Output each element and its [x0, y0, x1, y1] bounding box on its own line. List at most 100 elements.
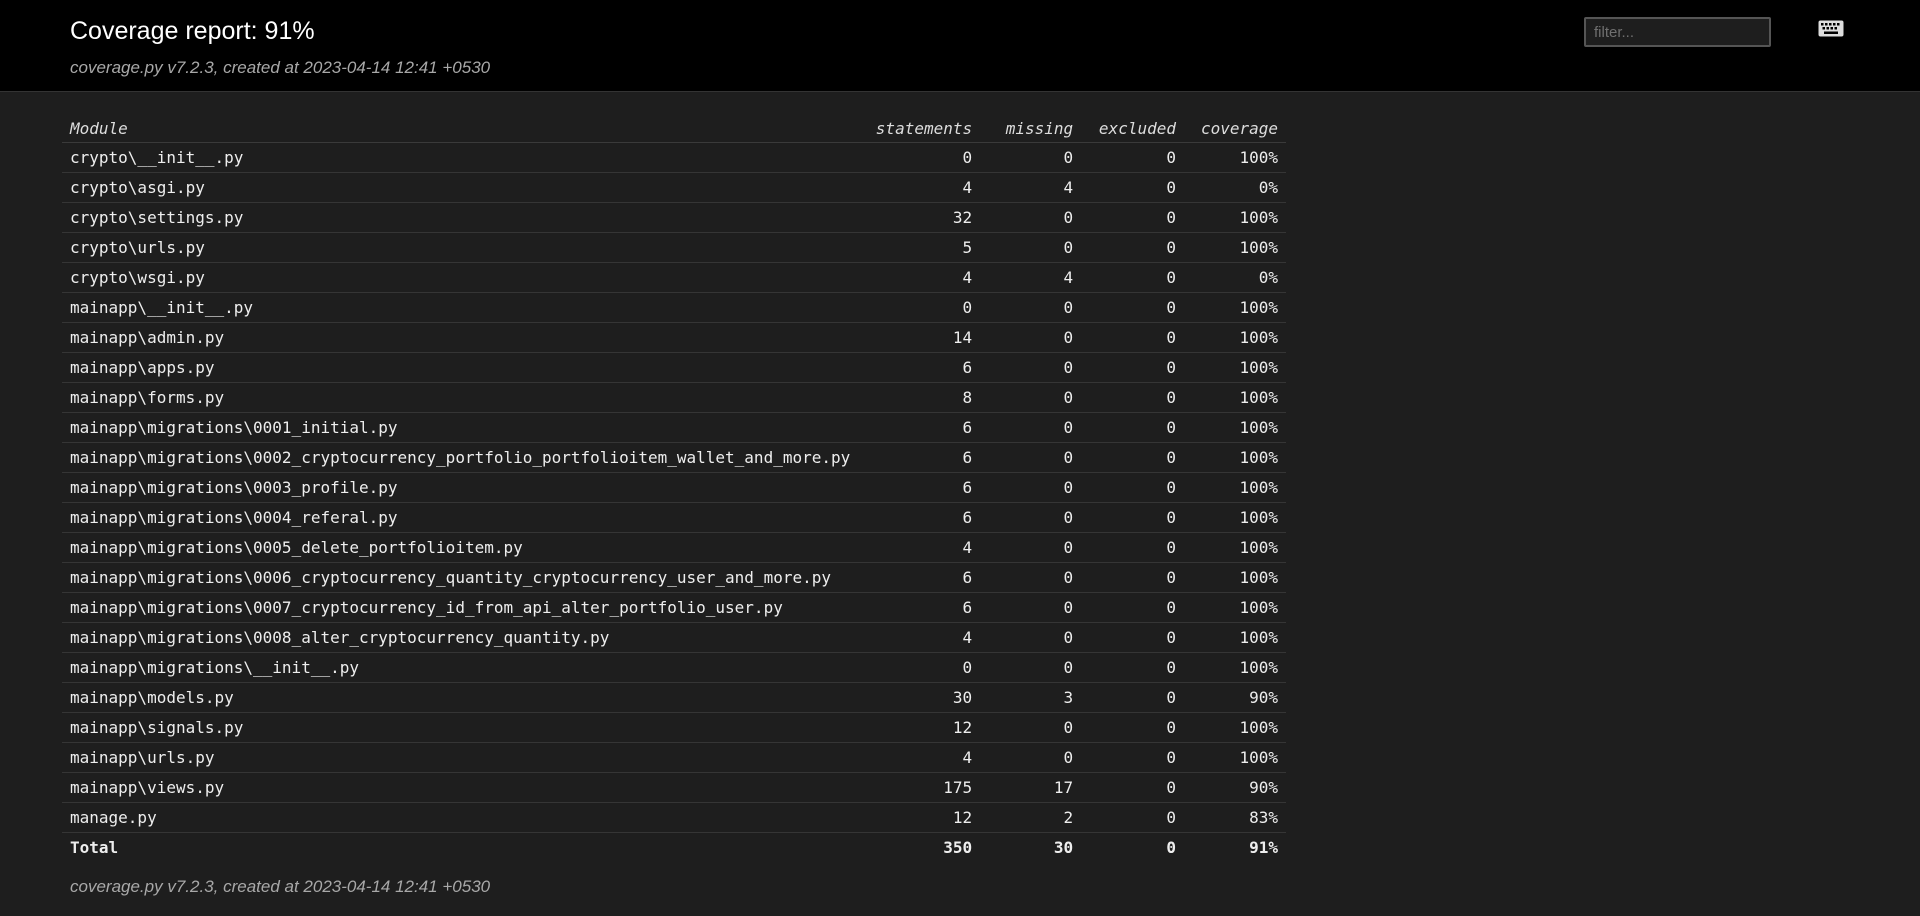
- excluded-cell: 0: [1081, 592, 1184, 623]
- total-missing: 30: [980, 832, 1082, 862]
- total-statements: 350: [858, 832, 981, 862]
- statements-cell: 6: [858, 472, 981, 503]
- excluded-cell: 0: [1081, 442, 1184, 473]
- excluded-cell: 0: [1081, 232, 1184, 263]
- total-row: Total 350 30 0 91%: [62, 832, 1286, 862]
- report-header: Coverage report: 91% coverage.py v7.2.3,…: [0, 0, 1920, 92]
- statements-cell: 0: [858, 142, 981, 173]
- module-cell[interactable]: mainapp\urls.py: [62, 742, 859, 773]
- table-row: crypto\__init__.py 0 0 0 100%: [62, 142, 1286, 173]
- column-header-missing[interactable]: missing: [980, 114, 1082, 143]
- excluded-cell: 0: [1081, 352, 1184, 383]
- table-row: mainapp\apps.py 6 0 0 100%: [62, 352, 1286, 383]
- coverage-cell: 100%: [1183, 292, 1286, 323]
- coverage-cell: 100%: [1183, 202, 1286, 233]
- missing-cell: 0: [980, 742, 1082, 773]
- missing-cell: 3: [980, 682, 1082, 713]
- missing-cell: 0: [980, 142, 1082, 173]
- excluded-cell: 0: [1081, 142, 1184, 173]
- module-cell[interactable]: crypto\asgi.py: [62, 172, 859, 203]
- report-meta: coverage.py v7.2.3, created at 2023-04-1…: [70, 58, 491, 77]
- module-cell[interactable]: mainapp\migrations\0002_cryptocurrency_p…: [62, 442, 859, 473]
- module-cell[interactable]: mainapp\admin.py: [62, 322, 859, 353]
- excluded-cell: 0: [1081, 652, 1184, 683]
- statements-cell: 0: [858, 652, 981, 683]
- coverage-cell: 100%: [1183, 412, 1286, 443]
- statements-cell: 4: [858, 742, 981, 773]
- excluded-cell: 0: [1081, 202, 1184, 233]
- excluded-cell: 0: [1081, 622, 1184, 653]
- page-title: Coverage report: 91%: [70, 17, 315, 45]
- table-row: mainapp\migrations\0001_initial.py 6 0 0 100…: [62, 412, 1286, 443]
- excluded-cell: 0: [1081, 532, 1184, 563]
- coverage-cell: 100%: [1183, 532, 1286, 563]
- missing-cell: 2: [980, 802, 1082, 833]
- statements-cell: 6: [858, 442, 981, 473]
- footer-meta: coverage.py v7.2.3, created at 2023-04-1…: [70, 877, 491, 896]
- module-cell[interactable]: mainapp\signals.py: [62, 712, 859, 743]
- module-cell[interactable]: mainapp\migrations\0001_initial.py: [62, 412, 859, 443]
- statements-cell: 14: [858, 322, 981, 353]
- module-cell[interactable]: crypto\__init__.py: [62, 142, 859, 173]
- statements-cell: 6: [858, 412, 981, 443]
- module-cell[interactable]: mainapp\migrations\0007_cryptocurrency_i…: [62, 592, 859, 623]
- excluded-cell: 0: [1081, 292, 1184, 323]
- missing-cell: 0: [980, 712, 1082, 743]
- excluded-cell: 0: [1081, 172, 1184, 203]
- table-row: mainapp\signals.py 12 0 0 100%: [62, 712, 1286, 743]
- column-header-coverage[interactable]: coverage: [1183, 114, 1286, 143]
- excluded-cell: 0: [1081, 262, 1184, 293]
- module-cell[interactable]: crypto\settings.py: [62, 202, 859, 233]
- missing-cell: 4: [980, 262, 1082, 293]
- module-cell[interactable]: mainapp\forms.py: [62, 382, 859, 413]
- table-row: mainapp\__init__.py 0 0 0 100%: [62, 292, 1286, 323]
- table-row: crypto\wsgi.py 4 4 0 0%: [62, 262, 1286, 293]
- column-header-excluded[interactable]: excluded: [1081, 114, 1184, 143]
- keyboard-icon[interactable]: [1818, 20, 1844, 37]
- table-row: mainapp\migrations\0005_delete_portfolio…: [62, 532, 1286, 563]
- excluded-cell: 0: [1081, 412, 1184, 443]
- table-row: mainapp\migrations\0002_cryptocurrency_p…: [62, 442, 1286, 473]
- module-cell[interactable]: crypto\urls.py: [62, 232, 859, 263]
- statements-cell: 4: [858, 532, 981, 563]
- excluded-cell: 0: [1081, 772, 1184, 803]
- total-label: Total: [62, 832, 859, 862]
- module-cell[interactable]: mainapp\migrations\__init__.py: [62, 652, 859, 683]
- statements-cell: 6: [858, 562, 981, 593]
- table-header-row: Module statements missing excluded cover…: [62, 114, 1286, 143]
- statements-cell: 0: [858, 292, 981, 323]
- module-cell[interactable]: mainapp\migrations\0004_referal.py: [62, 502, 859, 533]
- table-row: mainapp\migrations\__init__.py 0 0 0 100%: [62, 652, 1286, 683]
- module-cell[interactable]: mainapp\__init__.py: [62, 292, 859, 323]
- coverage-cell: 100%: [1183, 142, 1286, 173]
- module-cell[interactable]: mainapp\views.py: [62, 772, 859, 803]
- table-row: crypto\settings.py 32 0 0 100%: [62, 202, 1286, 233]
- coverage-cell: 0%: [1183, 172, 1286, 203]
- column-header-module[interactable]: Module: [62, 114, 859, 143]
- statements-cell: 4: [858, 262, 981, 293]
- module-cell[interactable]: mainapp\apps.py: [62, 352, 859, 383]
- coverage-cell: 90%: [1183, 772, 1286, 803]
- table-row: mainapp\models.py 30 3 0 90%: [62, 682, 1286, 713]
- coverage-cell: 100%: [1183, 592, 1286, 623]
- column-header-statements[interactable]: statements: [858, 114, 981, 143]
- coverage-cell: 100%: [1183, 502, 1286, 533]
- missing-cell: 0: [980, 412, 1082, 443]
- statements-cell: 175: [858, 772, 981, 803]
- excluded-cell: 0: [1081, 712, 1184, 743]
- filter-input[interactable]: [1584, 17, 1771, 47]
- table-row: mainapp\migrations\0003_profile.py 6 0 0 100…: [62, 472, 1286, 503]
- module-cell[interactable]: mainapp\models.py: [62, 682, 859, 713]
- module-cell[interactable]: mainapp\migrations\0006_cryptocurrency_q…: [62, 562, 859, 593]
- module-cell[interactable]: mainapp\migrations\0008_alter_cryptocurr…: [62, 622, 859, 653]
- missing-cell: 0: [980, 532, 1082, 563]
- module-cell[interactable]: mainapp\migrations\0005_delete_portfolio…: [62, 532, 859, 563]
- module-cell[interactable]: crypto\wsgi.py: [62, 262, 859, 293]
- table-row: mainapp\migrations\0008_alter_cryptocurr…: [62, 622, 1286, 653]
- statements-cell: 5: [858, 232, 981, 263]
- total-excluded: 0: [1081, 832, 1184, 862]
- module-cell[interactable]: mainapp\migrations\0003_profile.py: [62, 472, 859, 503]
- table-row: crypto\urls.py 5 0 0 100%: [62, 232, 1286, 263]
- missing-cell: 0: [980, 442, 1082, 473]
- module-cell[interactable]: manage.py: [62, 802, 859, 833]
